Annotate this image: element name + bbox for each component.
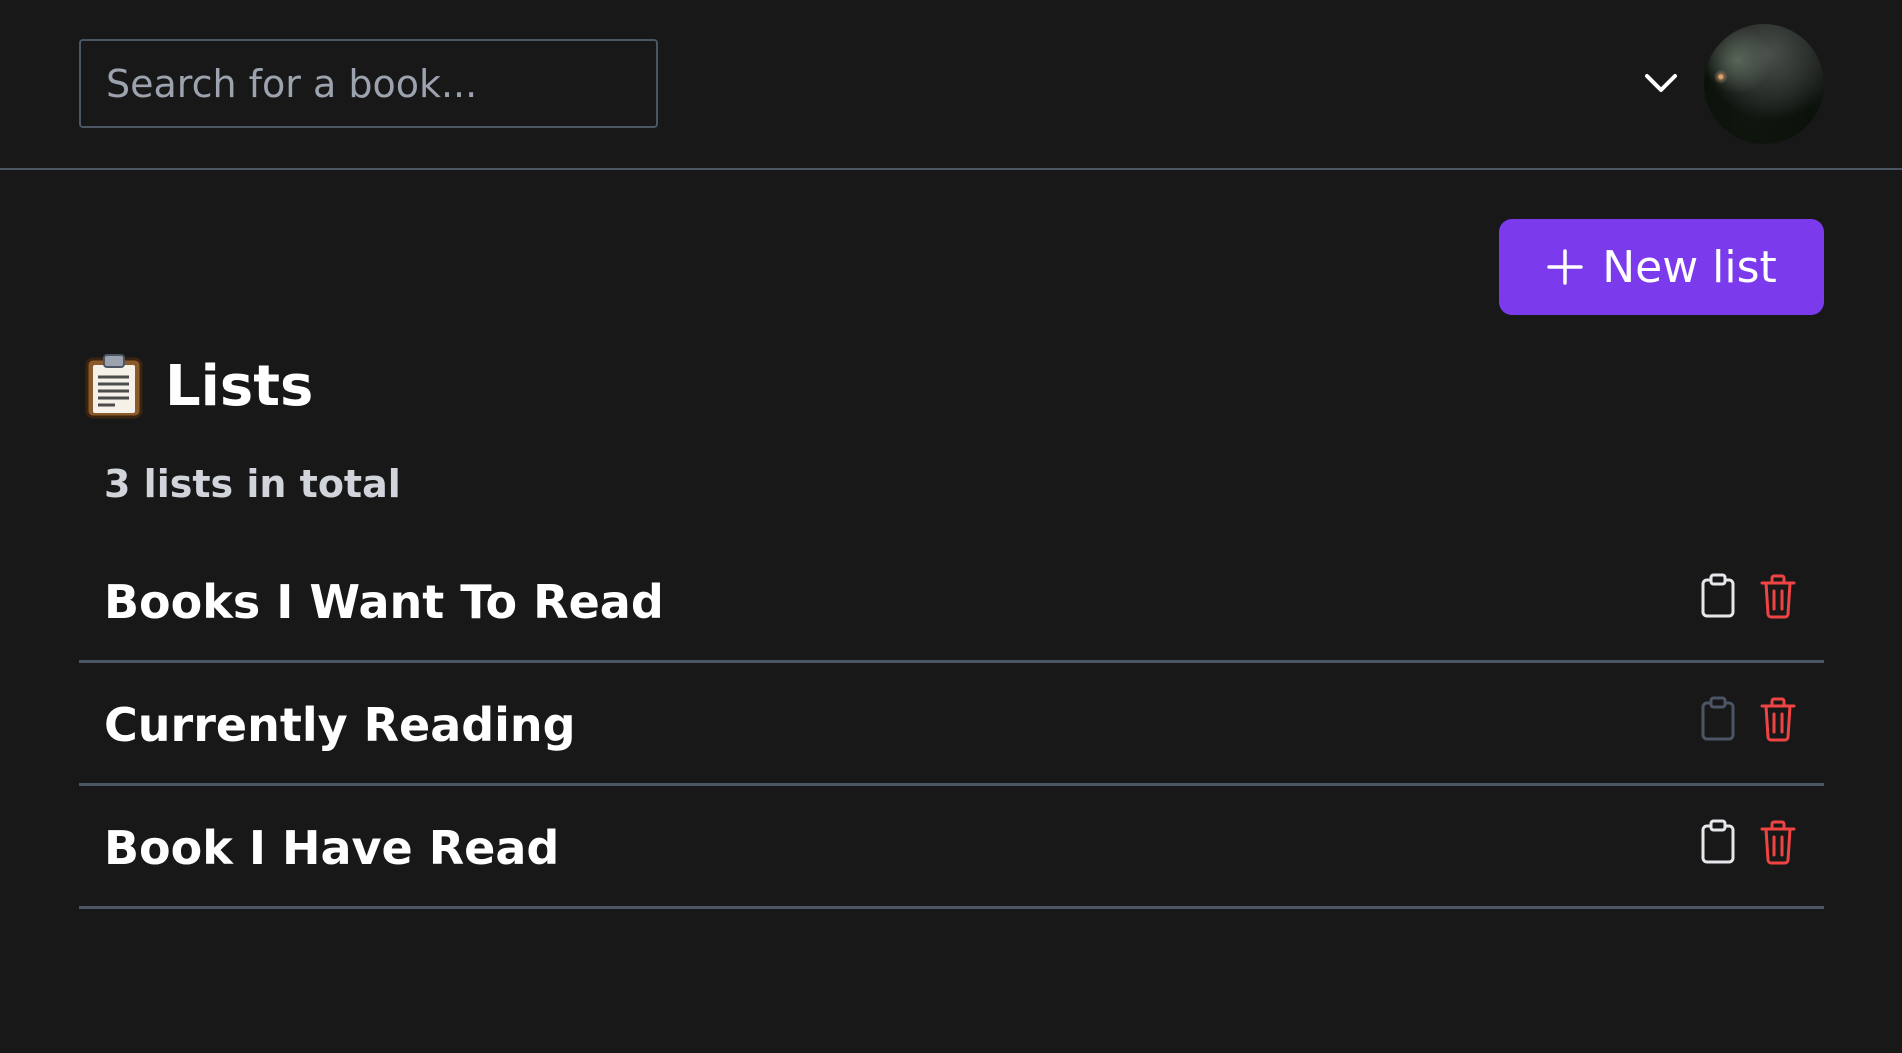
list-item-title[interactable]: Books I Want To Read	[104, 575, 664, 629]
new-list-button[interactable]: New list	[1499, 219, 1824, 315]
page-heading: Lists	[85, 350, 313, 422]
trash-icon[interactable]	[1760, 573, 1796, 619]
clipboard-emoji-icon	[85, 354, 143, 419]
list-item-actions	[1700, 819, 1796, 865]
trash-icon[interactable]	[1760, 696, 1796, 742]
list-item-actions	[1700, 573, 1796, 619]
search-input[interactable]	[79, 39, 658, 128]
lists-container: Books I Want To Read Currently Reading B…	[79, 540, 1824, 909]
clipboard-icon[interactable]	[1700, 819, 1736, 865]
list-item: Books I Want To Read	[79, 540, 1824, 663]
list-item: Book I Have Read	[79, 786, 1824, 909]
page-title: Lists	[165, 353, 314, 419]
clipboard-icon[interactable]	[1700, 696, 1736, 742]
list-count: 3 lists in total	[104, 462, 401, 506]
chevron-down-icon[interactable]	[1643, 68, 1679, 100]
list-item: Currently Reading	[79, 663, 1824, 786]
avatar[interactable]	[1704, 24, 1824, 144]
new-list-label: New list	[1602, 241, 1777, 293]
trash-icon[interactable]	[1760, 819, 1796, 865]
top-header	[0, 0, 1902, 170]
list-item-actions	[1700, 696, 1796, 742]
list-item-title[interactable]: Book I Have Read	[104, 821, 559, 875]
list-item-title[interactable]: Currently Reading	[104, 698, 576, 752]
clipboard-icon[interactable]	[1700, 573, 1736, 619]
plus-icon	[1547, 249, 1583, 285]
